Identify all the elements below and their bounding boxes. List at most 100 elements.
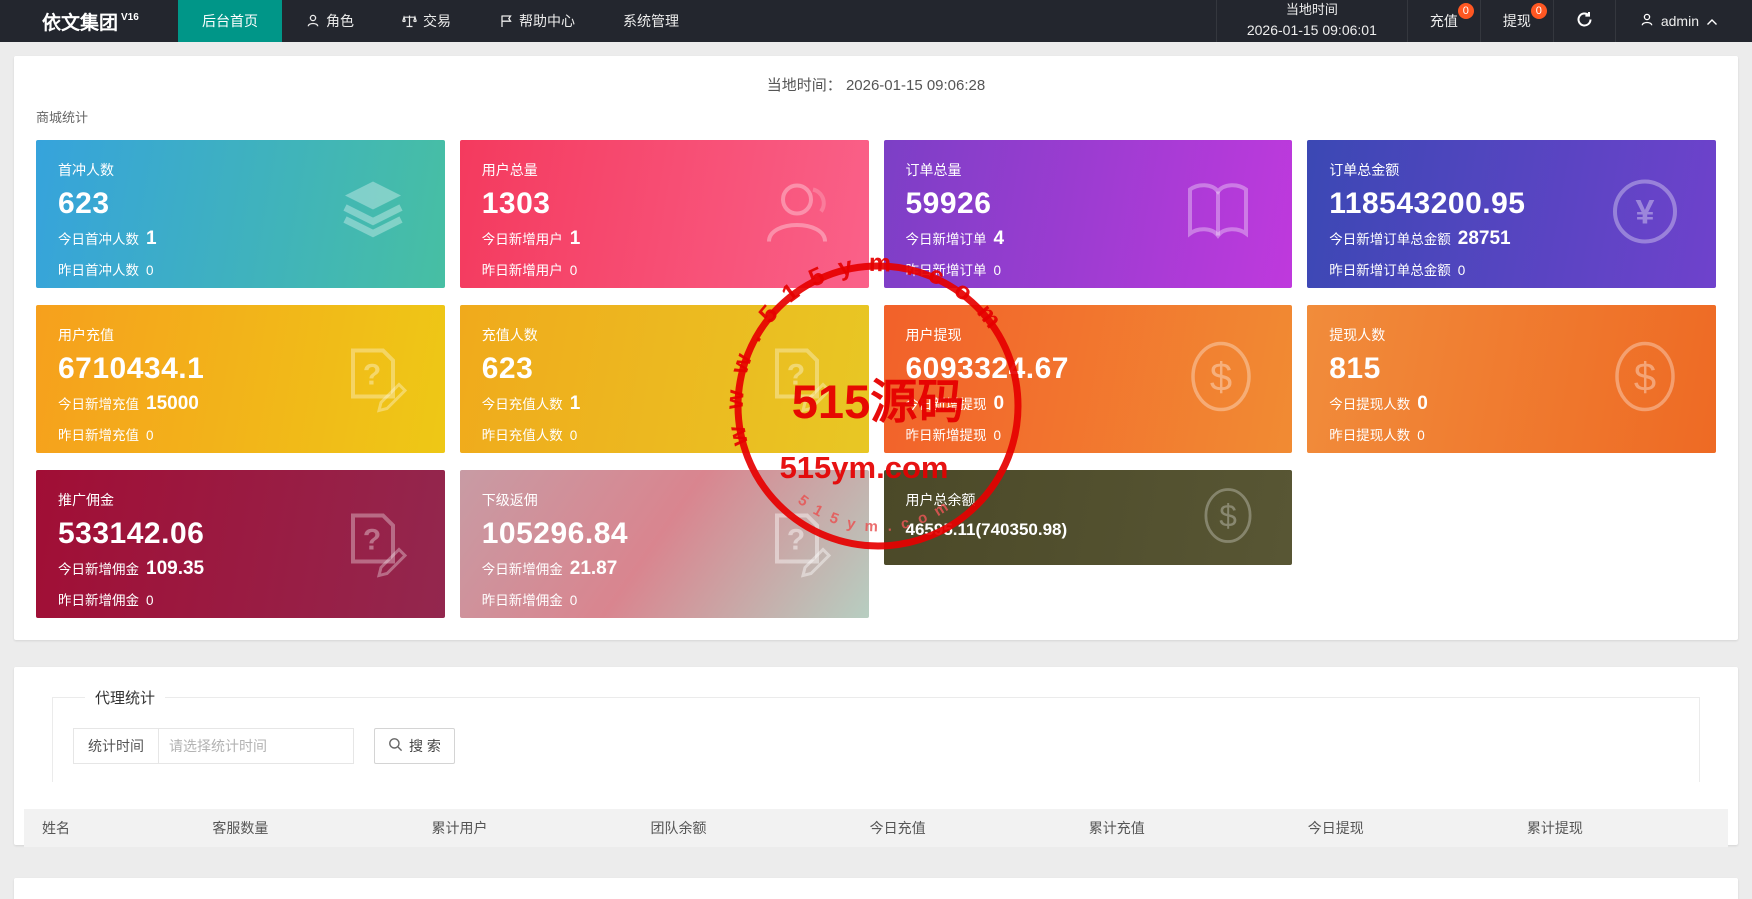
user-icon: [1640, 13, 1654, 30]
svg-text:$: $: [1634, 356, 1656, 400]
menu-item-roles[interactable]: 角色: [282, 0, 378, 42]
menu-item-help-center[interactable]: 帮助中心: [475, 0, 599, 42]
svg-text:¥: ¥: [1636, 194, 1655, 232]
stat-card-withdraw-users: 提现人数 815 今日提现人数0 昨日提现人数0 $: [1307, 305, 1716, 453]
withdraw-button[interactable]: 提现 0: [1481, 0, 1554, 42]
svg-text:?: ?: [363, 524, 381, 557]
col-today-withdraw: 今日提现: [1290, 809, 1509, 847]
col-team-balance: 团队余额: [633, 809, 852, 847]
menu-item-label: 交易: [423, 11, 451, 31]
svg-text:$: $: [1219, 497, 1237, 533]
card-yesterday-label: 昨日新增提现: [906, 424, 987, 444]
search-button[interactable]: 搜 索: [374, 728, 455, 764]
recharge-label: 充值: [1430, 11, 1458, 31]
card-today-label: 今日提现人数: [1329, 393, 1410, 413]
local-time-label: 当地时间: [1286, 1, 1338, 20]
refresh-button[interactable]: [1554, 0, 1616, 42]
document-question-icon: ?: [339, 506, 409, 583]
card-today-label: 今日新增订单: [906, 228, 987, 248]
stat-card-first-recharge-users: 首冲人数 623 今日首冲人数1 昨日首冲人数0: [36, 140, 445, 288]
stat-card-recharge-users: 充值人数 623 今日充值人数1 昨日充值人数0 ?: [460, 305, 869, 453]
card-yesterday-label: 昨日新增充值: [58, 424, 139, 444]
card-today-value: 0: [994, 393, 1005, 415]
card-yesterday-value: 0: [146, 428, 154, 443]
card-yesterday-label: 昨日首冲人数: [58, 259, 139, 279]
menu-item-system[interactable]: 系统管理: [599, 0, 703, 42]
shop-stats-panel: 当地时间： 2026-01-15 09:06:28 商城统计 首冲人数 623 …: [14, 56, 1738, 640]
card-yesterday-value: 0: [146, 263, 154, 278]
svg-text:$: $: [1210, 356, 1232, 400]
card-yesterday-label: 昨日提现人数: [1329, 424, 1410, 444]
svg-text:?: ?: [363, 359, 381, 392]
menu-item-label: 系统管理: [623, 11, 679, 31]
stat-card-user-withdraw: 用户提现 6093324.67 今日新增提现0 昨日新增提现0 $: [884, 305, 1293, 453]
agent-legend: 代理统计: [85, 687, 165, 708]
card-today-value: 1: [570, 393, 581, 415]
person-icon: [306, 14, 320, 28]
book-icon: [1180, 178, 1256, 251]
card-yesterday-label: 昨日新增订单总金额: [1329, 259, 1451, 279]
app-logo: 依文集团V16: [0, 0, 178, 42]
local-time-block: 当地时间 2026-01-15 09:06:01: [1216, 0, 1408, 42]
panel-local-time: 当地时间： 2026-01-15 09:06:28: [14, 74, 1738, 95]
scales-icon: [402, 14, 417, 28]
empty-grid-cell: [1307, 470, 1716, 618]
col-today-recharge: 今日充值: [852, 809, 1071, 847]
stat-time-input[interactable]: [158, 728, 354, 764]
user-menu[interactable]: admin: [1616, 0, 1752, 42]
stat-card-total-order-amount: 订单总金额 118543200.95 今日新增订单总金额28751 昨日新增订单…: [1307, 140, 1716, 288]
main-menu: 后台首页 角色 交易 帮: [178, 0, 703, 42]
agent-table-header-row: 姓名 客服数量 累计用户 团队余额 今日充值 累计充值 今日提现 累计提现: [24, 809, 1728, 847]
layers-icon: [337, 176, 409, 253]
menu-item-label: 后台首页: [202, 11, 258, 31]
withdraw-label: 提现: [1503, 11, 1531, 31]
agent-fieldset: 代理统计 统计时间 搜 索: [52, 687, 1700, 782]
card-yesterday-label: 昨日新增订单: [906, 259, 987, 279]
card-today-label: 今日新增提现: [906, 393, 987, 413]
withdraw-badge: 0: [1531, 3, 1547, 19]
card-today-label: 今日充值人数: [482, 393, 563, 413]
card-yesterday-label: 昨日新增佣金: [482, 589, 563, 609]
agent-table: 姓名 客服数量 累计用户 团队余额 今日充值 累计充值 今日提现 累计提现: [24, 809, 1728, 848]
col-name: 姓名: [24, 809, 194, 847]
card-today-value: 28751: [1458, 228, 1511, 250]
bottom-panel-partial: [14, 878, 1738, 899]
card-yesterday-label: 昨日充值人数: [482, 424, 563, 444]
dollar-circle-icon: $: [1610, 339, 1680, 420]
stat-card-user-total-balance: 用户总余额 46595.11(740350.98) $: [884, 470, 1293, 565]
dollar-circle-icon: $: [1186, 339, 1256, 420]
card-yesterday-label: 昨日新增佣金: [58, 589, 139, 609]
card-today-value: 109.35: [146, 558, 204, 580]
card-today-value: 1: [570, 228, 581, 250]
section-title: 商城统计: [36, 107, 1738, 126]
search-button-label: 搜 索: [409, 736, 441, 756]
card-today-label: 今日新增订单总金额: [1329, 228, 1451, 248]
search-icon: [388, 737, 403, 755]
menu-item-trade[interactable]: 交易: [378, 0, 475, 42]
stat-card-total-orders: 订单总量 59926 今日新增订单4 昨日新增订单0: [884, 140, 1293, 288]
card-yesterday-value: 0: [1458, 263, 1466, 278]
stat-time-label: 统计时间: [73, 728, 159, 764]
card-today-value: 15000: [146, 393, 199, 415]
chevron-up-icon: [1706, 13, 1718, 29]
dollar-circle-icon: $: [1200, 485, 1256, 550]
flag-icon: [499, 14, 513, 28]
document-question-icon: ?: [763, 341, 833, 418]
card-today-label: 今日新增佣金: [482, 558, 563, 578]
menu-item-label: 帮助中心: [519, 11, 575, 31]
username: admin: [1661, 13, 1699, 29]
agent-stats-panel: 代理统计 统计时间 搜 索 姓名 客服数量 累计用户 团队余额 今日充值: [14, 667, 1738, 845]
card-today-value: 21.87: [570, 558, 618, 580]
col-total-users: 累计用户: [413, 809, 632, 847]
menu-item-dashboard[interactable]: 后台首页: [178, 0, 282, 42]
col-total-recharge: 累计充值: [1071, 809, 1290, 847]
card-yesterday-value: 0: [994, 428, 1002, 443]
card-yesterday-value: 0: [570, 593, 578, 608]
card-yesterday-value: 0: [570, 263, 578, 278]
recharge-button[interactable]: 充值 0: [1408, 0, 1481, 42]
agent-filter-row: 统计时间 搜 索: [73, 728, 1699, 764]
users-icon: [757, 176, 833, 253]
stat-card-user-recharge: 用户充值 6710434.1 今日新增充值15000 昨日新增充值0 ?: [36, 305, 445, 453]
svg-text:?: ?: [786, 359, 804, 392]
col-service-count: 客服数量: [194, 809, 413, 847]
